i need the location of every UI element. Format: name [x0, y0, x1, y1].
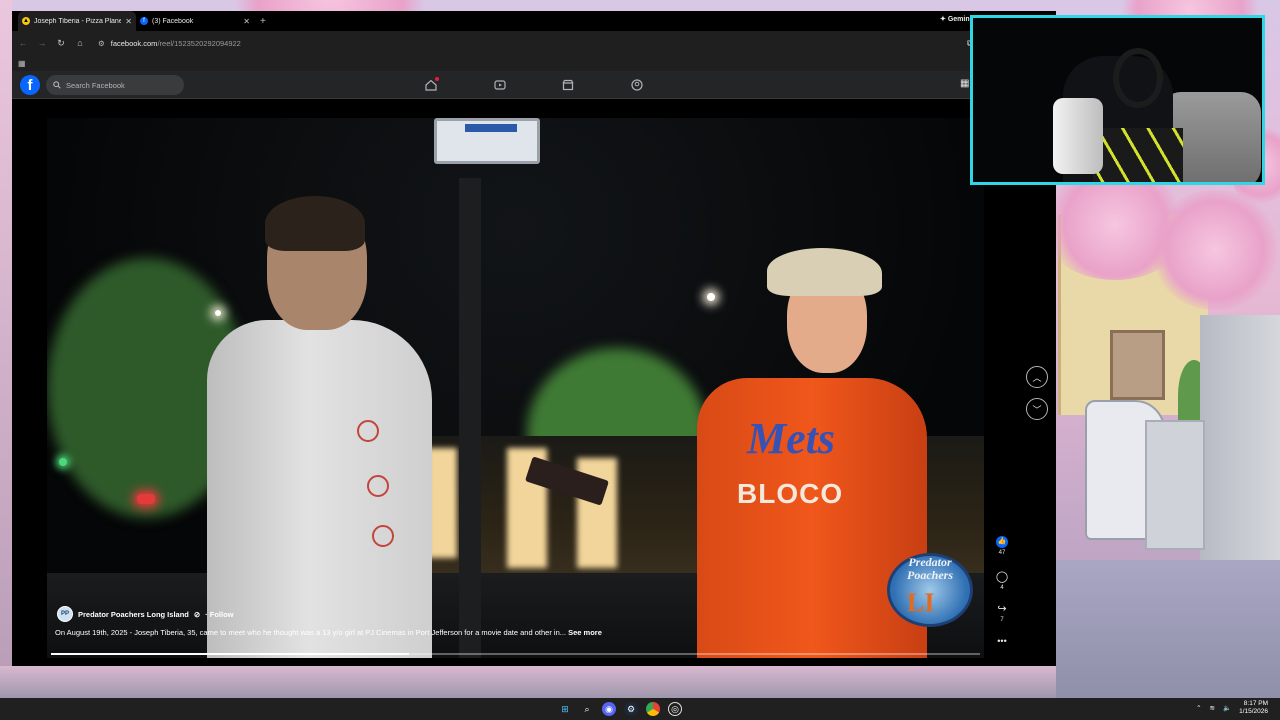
marketplace-icon[interactable]: [559, 76, 577, 94]
reel-viewer: Mets BLOCO Predator Poachers LI PP Preda…: [12, 100, 1056, 666]
windows-start-icon[interactable]: ⊞: [558, 702, 572, 716]
groups-icon[interactable]: [628, 76, 646, 94]
wallpaper-street: [1056, 560, 1280, 700]
video-icon[interactable]: [491, 76, 509, 94]
volume-icon[interactable]: 🔈: [1223, 704, 1231, 712]
next-reel-button[interactable]: ﹀: [1026, 398, 1048, 420]
search-icon[interactable]: ⌕: [580, 702, 594, 716]
browser-window: ▲ Joseph Tiberia - Pizza Planet Pi ✕ f (…: [12, 11, 1056, 666]
more-options-button[interactable]: •••: [992, 636, 1012, 646]
taskbar-apps: ⊞ ⌕ ◉ ⚙ ◎: [558, 702, 682, 716]
tab-bar: ▲ Joseph Tiberia - Pizza Planet Pi ✕ f (…: [12, 11, 1056, 31]
url-host: facebook.com: [110, 38, 158, 48]
facebook-header: f Search Facebook ▦: [12, 71, 1056, 99]
apps-grid-icon[interactable]: ▦: [18, 59, 26, 68]
url-input[interactable]: ⚙ facebook.com/reel/1523520292094922: [98, 34, 958, 52]
webcam-shirt: [1093, 128, 1183, 182]
caption-text: On August 19th, 2025 - Joseph Tiberia, 3…: [55, 628, 566, 637]
facebook-logo[interactable]: f: [20, 75, 40, 95]
share-count: 7: [1000, 617, 1004, 623]
shirt-logo-text: Mets: [747, 414, 835, 463]
video-traffic-light: [59, 458, 67, 466]
video-sign-pole: [459, 178, 481, 658]
chrome-icon[interactable]: [646, 702, 660, 716]
comment-count: 4: [1000, 585, 1004, 591]
watermark-line2: Poachers: [907, 568, 953, 582]
comment-button[interactable]: ◯ 4: [992, 570, 1012, 591]
home-button-icon[interactable]: ⌂: [75, 38, 85, 48]
forward-icon[interactable]: →: [37, 38, 47, 48]
wallpaper-bottom: [0, 666, 1056, 700]
taskbar: ⊞ ⌕ ◉ ⚙ ◎ ⌃ ≋ 🔈 8:17 PM 1/15/2026: [0, 698, 1280, 720]
close-icon[interactable]: ✕: [243, 17, 250, 26]
gemini-label: Gemini: [947, 16, 972, 23]
reel-caption: On August 19th, 2025 - Joseph Tiberia, 3…: [55, 628, 602, 637]
progress-fill: [51, 653, 409, 655]
new-tab-icon[interactable]: +: [260, 16, 266, 27]
clock-time: 8:17 PM: [1243, 700, 1268, 707]
comment-icon: ◯: [995, 571, 1009, 583]
clock-date: 1/15/2026: [1239, 708, 1268, 715]
obs-icon[interactable]: ◎: [668, 702, 682, 716]
tab-title: Joseph Tiberia - Pizza Planet Pi: [34, 17, 122, 25]
reel-author: PP Predator Poachers Long Island ⊘ · Fol…: [57, 606, 233, 622]
search-icon: [53, 81, 61, 89]
bookmarks-bar: ▦: [12, 55, 1056, 71]
video-man-white-shirt: [207, 196, 457, 658]
menu-grid-icon[interactable]: ▦: [960, 78, 969, 89]
steam-icon[interactable]: ⚙: [624, 702, 638, 716]
facebook-favicon-icon: f: [140, 17, 148, 25]
avatar[interactable]: PP: [57, 606, 73, 622]
chevron-down-icon: ﹀: [1032, 404, 1042, 415]
more-dots-icon: •••: [997, 636, 1007, 646]
wifi-icon[interactable]: ≋: [1210, 704, 1215, 712]
share-button[interactable]: ↪ 7: [992, 602, 1012, 623]
reel-video[interactable]: Mets BLOCO Predator Poachers LI PP Preda…: [47, 118, 984, 658]
tray-chevron-up-icon[interactable]: ⌃: [1196, 704, 1201, 712]
reload-icon[interactable]: ↻: [56, 38, 66, 49]
follow-button[interactable]: · Follow: [205, 610, 233, 619]
watermark-text: Predator Poachers: [875, 556, 984, 582]
notification-dot: [435, 77, 439, 81]
video-progress-bar[interactable]: [51, 653, 980, 655]
see-more-link[interactable]: See more: [568, 628, 602, 637]
close-icon[interactable]: ✕: [125, 17, 132, 26]
previous-reel-button[interactable]: ︿: [1026, 366, 1048, 388]
address-bar: ← → ↻ ⌂ ⚙ facebook.com/reel/152352029209…: [12, 31, 1056, 55]
search-input[interactable]: Search Facebook: [46, 75, 184, 95]
video-car-lights: [137, 494, 155, 504]
watermark-li: LI: [907, 588, 935, 617]
like-icon: 👍: [996, 536, 1008, 548]
video-street-sign: [434, 118, 540, 164]
search-placeholder: Search Facebook: [66, 80, 125, 90]
discord-icon[interactable]: ◉: [602, 702, 616, 716]
taskbar-clock[interactable]: 8:17 PM 1/15/2026: [1239, 700, 1268, 716]
wallpaper-fence: [1145, 420, 1205, 550]
webcam-headset: [1113, 48, 1163, 108]
system-tray: ⌃ ≋ 🔈 8:17 PM 1/15/2026: [1196, 700, 1268, 716]
gemini-button[interactable]: ✦ Gemini: [940, 15, 972, 23]
tab-title: (3) Facebook: [152, 17, 194, 25]
webcam-vr-headset: [1053, 98, 1103, 174]
site-info-icon[interactable]: ⚙: [98, 39, 105, 48]
home-icon[interactable]: [422, 76, 440, 94]
tab-favicon-icon: ▲: [22, 17, 30, 25]
chevron-up-icon: ︿: [1032, 372, 1042, 383]
wallpaper-house-window: [1110, 330, 1165, 400]
like-count: 47: [998, 550, 1006, 556]
share-icon: ↪: [997, 603, 1007, 615]
shirt-sub-text: BLOCO: [737, 478, 844, 509]
url-path: /reel/1523520292094922: [157, 38, 241, 48]
wallpaper-left-strip: [0, 0, 12, 700]
tab-joseph-tiberia[interactable]: ▲ Joseph Tiberia - Pizza Planet Pi ✕: [18, 11, 136, 31]
author-name[interactable]: Predator Poachers Long Island: [78, 610, 189, 619]
verified-icon: ⊘: [193, 609, 201, 619]
back-icon[interactable]: ←: [18, 38, 28, 48]
tab-facebook[interactable]: f (3) Facebook ✕: [136, 11, 254, 31]
like-button[interactable]: 👍 47: [992, 536, 1012, 556]
webcam-overlay: [970, 15, 1265, 185]
